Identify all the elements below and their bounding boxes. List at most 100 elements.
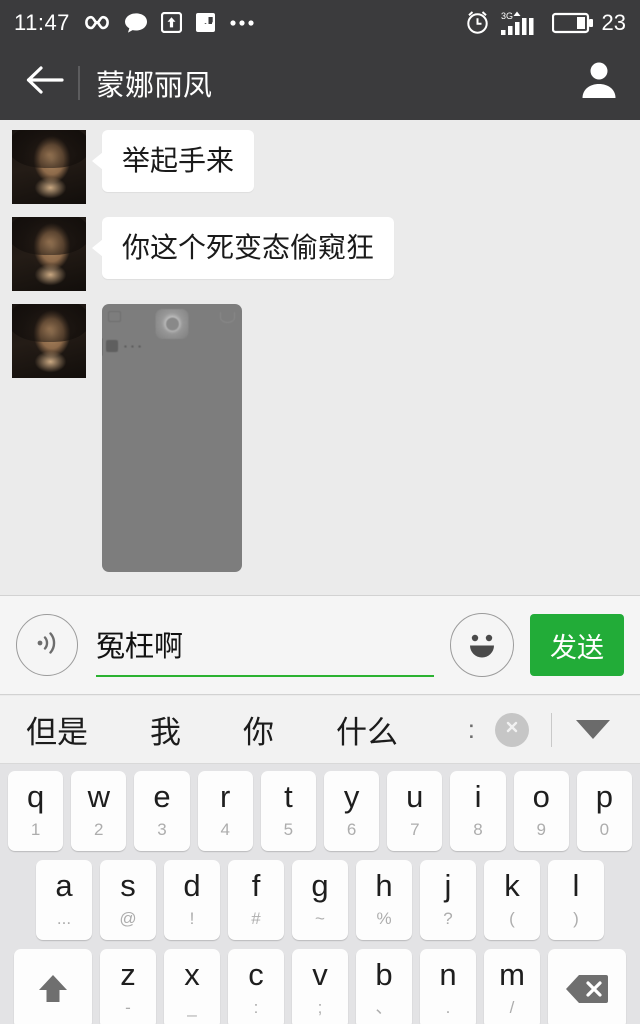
battery-icon [551, 12, 594, 34]
alarm-clock-icon [465, 10, 490, 35]
key-sublabel: 3 [157, 819, 167, 839]
hide-keyboard-caret-icon[interactable] [576, 720, 610, 739]
key-sublabel: ~ [315, 908, 325, 928]
key-x[interactable]: x _ [164, 949, 220, 1024]
key-o[interactable]: o9 [513, 771, 569, 851]
suggestion-item[interactable]: 我 [150, 707, 181, 752]
key-label: w [87, 778, 110, 814]
key-u[interactable]: u7 [387, 771, 443, 851]
message-input-field[interactable]: 冤枉啊 [96, 613, 434, 677]
message-list[interactable]: 举起手来 你这个死变态偷窥狂 ▪ ▪ ▪ [0, 120, 640, 595]
key-sublabel: 8 [473, 819, 483, 839]
key-c[interactable]: c: [228, 949, 284, 1024]
key-label: v [312, 956, 328, 992]
key-v[interactable]: v; [292, 949, 348, 1024]
more-dots-icon [229, 19, 255, 27]
key-s[interactable]: s @ [100, 860, 156, 940]
key-sublabel: ( [509, 908, 515, 928]
back-button[interactable] [22, 61, 66, 105]
voice-input-icon [30, 626, 64, 665]
key-e[interactable]: e3 [134, 771, 190, 851]
avatar[interactable] [12, 304, 86, 378]
key-label: z [120, 956, 136, 992]
key-label: e [153, 778, 171, 814]
keyboard-row-1: q1 w2 e3 r4 t5 y6 u7 i8 o9 p0 [0, 764, 640, 851]
key-g[interactable]: g ~ [292, 860, 348, 940]
message-input-bar: 冤枉啊 发送 [0, 595, 640, 695]
message-row: 你这个死变态偷窥狂 [0, 217, 640, 291]
key-k[interactable]: k( [484, 860, 540, 940]
avatar[interactable] [12, 130, 86, 204]
key-label: a [55, 867, 73, 903]
suggestion-item[interactable]: 你 [243, 707, 274, 752]
status-bar-right: 3G 23 [465, 10, 626, 36]
key-sublabel: _ [187, 997, 197, 1017]
key-p[interactable]: p0 [576, 771, 633, 851]
header-divider [78, 65, 80, 100]
screenshot-thumb-icon [106, 340, 118, 352]
app-header: 蒙娜丽凤 [0, 45, 640, 120]
key-label: m [499, 956, 525, 992]
key-n[interactable]: n. [420, 949, 476, 1024]
avatar[interactable] [12, 217, 86, 291]
key-y[interactable]: y6 [324, 771, 380, 851]
screenshot-app-icon [155, 309, 189, 339]
message-bubble[interactable]: 举起手来 [91, 130, 255, 193]
shift-key[interactable] [14, 949, 92, 1024]
key-label: y [343, 778, 360, 814]
clear-suggestions-button[interactable] [495, 712, 529, 747]
key-label: k [504, 867, 520, 903]
screenshot-shield-icon [220, 312, 235, 323]
key-sublabel: 2 [94, 819, 104, 839]
send-button[interactable]: 发送 [530, 614, 624, 676]
status-bar-left: 11:47 [14, 10, 465, 36]
image-message-thumbnail: ▪ ▪ ▪ [102, 304, 242, 572]
key-label: q [26, 778, 45, 814]
keyboard-row-3: z- x _ c: v; b、 n. m / [0, 940, 640, 1024]
message-bubble[interactable]: 你这个死变态偷窥狂 [91, 217, 395, 280]
emoji-button[interactable] [450, 613, 514, 677]
key-label: o [532, 778, 550, 814]
key-t[interactable]: t5 [260, 771, 316, 851]
image-message-bubble[interactable]: ▪ ▪ ▪ [102, 304, 242, 572]
key-sublabel: ) [573, 908, 579, 928]
message-row: 举起手来 [0, 130, 640, 204]
key-b[interactable]: b、 [356, 949, 412, 1024]
emoji-smiley-icon [459, 620, 505, 671]
key-sublabel: ? [443, 908, 453, 928]
key-q[interactable]: q1 [7, 771, 64, 851]
key-r[interactable]: r4 [197, 771, 253, 851]
key-sublabel: 7 [410, 819, 420, 839]
suggestion-item[interactable]: 但是 [26, 707, 88, 752]
screenshot-row-label: ▪ ▪ ▪ [124, 341, 142, 351]
key-m[interactable]: m / [484, 949, 540, 1024]
key-w[interactable]: w2 [71, 771, 127, 851]
suggestion-bar: 但是 我 你 什么 : [0, 696, 640, 764]
key-sublabel: ... [56, 908, 72, 928]
upload-icon [160, 12, 182, 33]
suggestion-divider [551, 712, 552, 747]
key-f[interactable]: f # [228, 860, 284, 940]
key-z[interactable]: z- [100, 949, 156, 1024]
avatar-photo-overlay [12, 130, 86, 169]
key-h[interactable]: h% [356, 860, 412, 940]
suggestion-item[interactable]: 什么 [336, 707, 398, 752]
key-l[interactable]: l) [548, 860, 604, 940]
key-sublabel: 0 [599, 819, 610, 839]
key-d[interactable]: d! [164, 860, 220, 940]
infinity-icon [83, 14, 111, 32]
key-sublabel: - [125, 997, 131, 1017]
key-label: c [248, 956, 264, 992]
key-a[interactable]: a... [36, 860, 92, 940]
key-sublabel: : [253, 997, 259, 1017]
screenshot-status-icon [108, 311, 121, 322]
key-label: l [572, 867, 580, 903]
key-j[interactable]: j? [420, 860, 476, 940]
key-i[interactable]: i8 [450, 771, 506, 851]
message-input-value: 冤枉啊 [96, 631, 184, 663]
contact-info-button[interactable] [576, 60, 622, 106]
backspace-key[interactable] [548, 949, 626, 1024]
svg-text:3G: 3G [501, 11, 513, 21]
voice-input-button[interactable] [16, 614, 78, 676]
backspace-icon [564, 972, 610, 1006]
